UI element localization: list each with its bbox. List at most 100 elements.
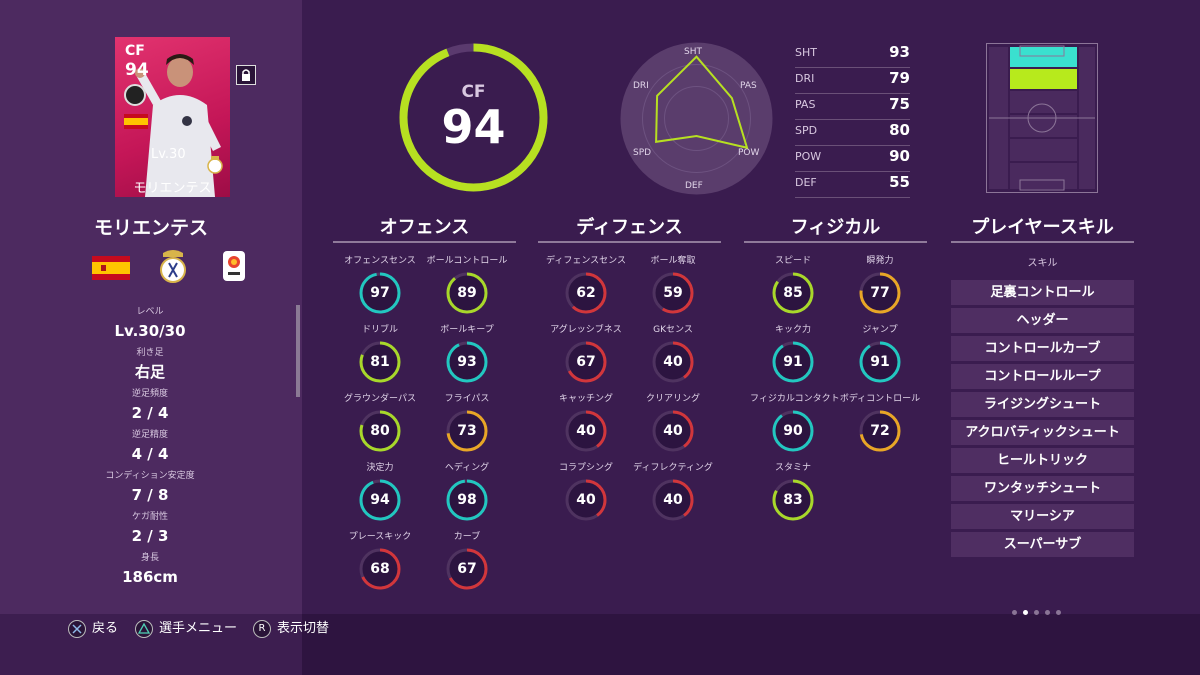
player-menu-control[interactable]: 選手メニュー bbox=[135, 619, 237, 639]
attribute-offense[interactable]: ヘディング 98 bbox=[424, 462, 510, 530]
info-value: 右足 bbox=[134, 363, 165, 381]
attribute-offense[interactable]: グラウンダーパス 80 bbox=[337, 393, 423, 461]
skill-list: 足裏コントロール ヘッダー コントロールカーブ コントロールループ ライジングシ… bbox=[951, 280, 1134, 560]
page-dot[interactable] bbox=[1045, 610, 1050, 615]
back-label: 戻る bbox=[92, 621, 119, 636]
info-height: 身長 186cm bbox=[0, 551, 300, 592]
attribute-ring: 59 bbox=[652, 272, 694, 314]
attribute-defense[interactable]: キャッチング 40 bbox=[543, 393, 629, 461]
lock-icon[interactable] bbox=[236, 65, 256, 85]
info-label: 逆足頻度 bbox=[131, 389, 168, 399]
attribute-value: 91 bbox=[870, 354, 890, 370]
skill-item[interactable]: コントロールループ bbox=[951, 364, 1134, 389]
pitch-zone-ss bbox=[1010, 69, 1077, 89]
attribute-offense[interactable]: オフェンスセンス 97 bbox=[337, 255, 423, 323]
attribute-value: 81 bbox=[370, 354, 390, 370]
page-dot[interactable] bbox=[1034, 610, 1039, 615]
attribute-label: クリアリング bbox=[645, 394, 700, 404]
attribute-ring: 90 bbox=[772, 410, 814, 452]
skill-item[interactable]: アクロバティックシュート bbox=[951, 420, 1134, 445]
attribute-label: フライパス bbox=[444, 394, 490, 404]
attribute-value: 85 bbox=[783, 285, 803, 301]
skill-item[interactable]: スーパーサブ bbox=[951, 532, 1134, 557]
stat-name: DRI bbox=[795, 72, 815, 85]
info-scrollbar[interactable] bbox=[296, 305, 300, 397]
stat-value: 93 bbox=[889, 43, 910, 61]
attribute-physical[interactable]: スピード 85 bbox=[750, 255, 836, 323]
attribute-offense[interactable]: ボールコントロール 89 bbox=[424, 255, 510, 323]
card-overall: 94 bbox=[125, 60, 149, 80]
attribute-physical[interactable]: フィジカルコンタクト 90 bbox=[750, 393, 840, 461]
attribute-defense[interactable]: ディフェンスセンス 62 bbox=[543, 255, 629, 323]
attribute-ring: 97 bbox=[359, 272, 401, 314]
overall-value: 94 bbox=[441, 100, 506, 154]
attribute-defense[interactable]: GKセンス 40 bbox=[630, 324, 716, 392]
attribute-physical[interactable]: 瞬発力 77 bbox=[837, 255, 923, 323]
attribute-value: 40 bbox=[663, 492, 683, 508]
info-injury-resistance: ケガ耐性 2 / 3 bbox=[0, 510, 300, 551]
stat-row-def: DEF 55 bbox=[795, 172, 910, 198]
player-card[interactable]: CF 94 Lv.30 モリエンテス bbox=[115, 37, 230, 197]
skill-item[interactable]: ヒールトリック bbox=[951, 448, 1134, 473]
attribute-physical[interactable]: ジャンプ 91 bbox=[837, 324, 923, 392]
info-value: 4 / 4 bbox=[131, 445, 169, 463]
attribute-physical[interactable]: キック力 91 bbox=[750, 324, 836, 392]
stat-value: 55 bbox=[889, 173, 910, 191]
attribute-offense[interactable]: フライパス 73 bbox=[424, 393, 510, 461]
stat-value: 80 bbox=[889, 121, 910, 139]
attribute-ring: 85 bbox=[772, 272, 814, 314]
skill-item[interactable]: コントロールカーブ bbox=[951, 336, 1134, 361]
attribute-defense[interactable]: ボール奪取 59 bbox=[630, 255, 716, 323]
attribute-offense[interactable]: カーブ 67 bbox=[424, 531, 510, 599]
attribute-label: ドリブル bbox=[361, 325, 398, 335]
page-dot[interactable] bbox=[1012, 610, 1017, 615]
attribute-value: 89 bbox=[457, 285, 477, 301]
skill-item[interactable]: ヘッダー bbox=[951, 308, 1134, 333]
radar-label-pas: PAS bbox=[740, 81, 757, 91]
attribute-defense[interactable]: ディフレクティング 40 bbox=[630, 462, 716, 530]
attribute-value: 67 bbox=[576, 354, 596, 370]
stat-value: 79 bbox=[889, 69, 910, 87]
attribute-ring: 67 bbox=[446, 548, 488, 590]
toggle-view-control[interactable]: R 表示切替 bbox=[253, 619, 329, 639]
attribute-label: アグレッシブネス bbox=[550, 325, 622, 335]
attribute-value: 40 bbox=[576, 492, 596, 508]
position-pitch-map bbox=[986, 43, 1098, 193]
skill-item[interactable]: マリーシア bbox=[951, 504, 1134, 529]
skill-item[interactable]: 足裏コントロール bbox=[951, 280, 1134, 305]
attribute-value: 94 bbox=[370, 492, 390, 508]
skill-item[interactable]: ワンタッチシュート bbox=[951, 476, 1134, 501]
stat-row-sht: SHT 93 bbox=[795, 42, 910, 68]
attribute-label: グラウンダーパス bbox=[344, 394, 416, 404]
info-value: 186cm bbox=[122, 568, 178, 586]
attribute-offense[interactable]: プレースキック 68 bbox=[337, 531, 423, 599]
skill-item[interactable]: ライジングシュート bbox=[951, 392, 1134, 417]
player-info-list: レベル Lv.30/30 利き足 右足 逆足頻度 2 / 4 逆足精度 4 / … bbox=[0, 305, 300, 592]
attribute-offense[interactable]: 決定力 94 bbox=[337, 462, 423, 530]
radar-label-spd: SPD bbox=[633, 148, 652, 158]
attribute-value: 67 bbox=[457, 561, 477, 577]
info-label: ケガ耐性 bbox=[131, 512, 168, 522]
attribute-label: コラプシング bbox=[558, 463, 613, 473]
attribute-ring: 77 bbox=[859, 272, 901, 314]
page-dot[interactable] bbox=[1056, 610, 1061, 615]
attribute-ring: 68 bbox=[359, 548, 401, 590]
attribute-physical[interactable]: ボディコントロール 72 bbox=[837, 393, 923, 461]
back-control[interactable]: 戻る bbox=[68, 619, 118, 639]
stat-name: PAS bbox=[795, 98, 816, 111]
attribute-physical[interactable]: スタミナ 83 bbox=[750, 462, 836, 530]
attribute-label: ボディコントロール bbox=[839, 394, 921, 404]
attribute-defense[interactable]: コラプシング 40 bbox=[543, 462, 629, 530]
attribute-label: スタミナ bbox=[774, 463, 811, 473]
radar-label-sht: SHT bbox=[684, 47, 702, 57]
attribute-offense[interactable]: ボールキープ 93 bbox=[424, 324, 510, 392]
attribute-ring: 98 bbox=[446, 479, 488, 521]
attribute-value: 97 bbox=[370, 285, 390, 301]
attribute-label: カーブ bbox=[453, 532, 481, 542]
attribute-offense[interactable]: ドリブル 81 bbox=[337, 324, 423, 392]
attribute-defense[interactable]: クリアリング 40 bbox=[630, 393, 716, 461]
attribute-defense[interactable]: アグレッシブネス 67 bbox=[543, 324, 629, 392]
page-dot-active[interactable] bbox=[1023, 610, 1028, 615]
attribute-value: 93 bbox=[457, 354, 477, 370]
attribute-label: ヘディング bbox=[444, 463, 490, 473]
